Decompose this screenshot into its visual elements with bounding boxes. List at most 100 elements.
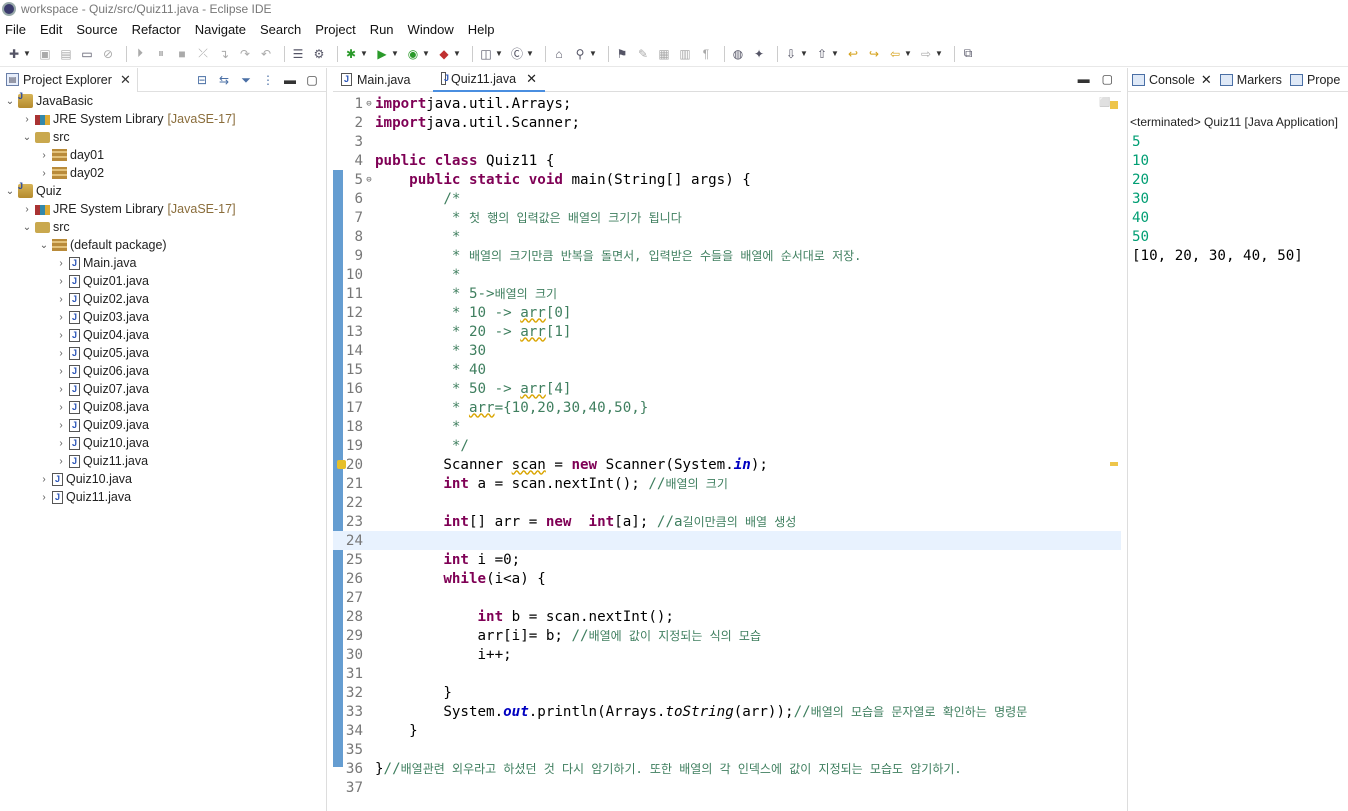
code-line[interactable]: 36}//배열관련 외우라고 하셨던 것 다시 암기하기. 또한 배열의 각 인… — [333, 759, 1121, 778]
tree-item[interactable]: ⌄ JavaBasic — [0, 91, 326, 110]
chevron-right-icon[interactable]: › — [38, 168, 50, 179]
chevron-right-icon[interactable]: › — [38, 492, 50, 503]
close-icon[interactable]: ✕ — [1201, 72, 1212, 88]
code-line[interactable]: 27 — [333, 588, 1121, 607]
chevron-down-icon[interactable]: ▼ — [391, 46, 399, 62]
back-arrow-icon[interactable]: ⇦ — [887, 46, 903, 62]
code-line[interactable]: 4 public class Quiz11 { — [333, 151, 1121, 170]
chevron-right-icon[interactable]: › — [55, 348, 67, 359]
filter-icon[interactable]: ⏷ — [238, 72, 254, 88]
code-line[interactable]: 7 * 첫 행의 입력값은 배열의 크기가 됩니다 — [333, 208, 1121, 227]
code-line[interactable]: 3 — [333, 132, 1121, 151]
chevron-down-icon[interactable]: ▼ — [422, 46, 430, 62]
refactor-icon[interactable]: ⚙ — [311, 46, 327, 62]
tree-item[interactable]: › day02 — [0, 164, 326, 182]
fold-toggle-icon[interactable]: ⊖ — [363, 99, 375, 109]
tree-item[interactable]: › JRE System Library [JavaSE-17] — [0, 200, 326, 218]
code-line[interactable]: 21 int a = scan.nextInt(); //배열의 크기 — [333, 474, 1121, 493]
tab-markers[interactable]: Markers — [1216, 68, 1286, 92]
block-selection-icon[interactable]: ▦ — [656, 46, 672, 62]
run-icon[interactable]: ▶ — [374, 46, 390, 62]
code-line[interactable]: 28 int b = scan.nextInt(); — [333, 607, 1121, 626]
collapse-all-icon[interactable]: ⊟ — [194, 72, 210, 88]
chevron-right-icon[interactable]: › — [55, 456, 67, 467]
tab-main-java[interactable]: Main.java — [333, 68, 433, 92]
tree-item[interactable]: › Quiz01.java — [0, 272, 326, 290]
code-line[interactable]: 6 /* — [333, 189, 1121, 208]
step-into-icon[interactable]: ↴ — [216, 46, 232, 62]
tree-item[interactable]: ⌄ src — [0, 218, 326, 236]
code-line[interactable]: 37 — [333, 778, 1121, 797]
code-line[interactable]: 17 * arr={10,20,30,40,50,} — [333, 398, 1121, 417]
chevron-down-icon[interactable]: ▼ — [360, 46, 368, 62]
chevron-down-icon[interactable]: ⌄ — [4, 186, 16, 197]
minimize-icon[interactable]: ▬ — [1078, 72, 1090, 86]
chevron-down-icon[interactable]: ▼ — [800, 46, 808, 62]
save-all-icon[interactable]: ▤ — [58, 46, 74, 62]
tree-item[interactable]: › Quiz11.java — [0, 488, 326, 506]
menu-project[interactable]: Project — [315, 22, 355, 37]
close-icon[interactable]: ✕ — [526, 71, 537, 87]
tree-item[interactable]: › Quiz07.java — [0, 380, 326, 398]
disconnect-icon[interactable]: ⤫ — [195, 46, 211, 62]
code-line[interactable]: 14 * 30 — [333, 341, 1121, 360]
next-annotation-icon[interactable]: ⇩ — [783, 46, 799, 62]
tree-item[interactable]: › JRE System Library [JavaSE-17] — [0, 110, 326, 128]
chevron-down-icon[interactable]: ▼ — [589, 46, 597, 62]
tree-item[interactable]: ⌄ Quiz — [0, 181, 326, 200]
tab-console[interactable]: Console ✕ — [1128, 68, 1216, 92]
code-line[interactable]: 33 System.out.println(Arrays.toString(ar… — [333, 702, 1121, 721]
chevron-right-icon[interactable]: › — [55, 294, 67, 305]
terminal-icon[interactable]: ▭ — [79, 46, 95, 62]
tree-item[interactable]: › Quiz10.java — [0, 470, 326, 488]
coverage-icon[interactable]: ☰ — [290, 46, 306, 62]
code-line[interactable]: 13 * 20 -> arr[1] — [333, 322, 1121, 341]
skip-breakpoints-icon[interactable]: ⊘ — [100, 46, 116, 62]
tab-quiz11-java[interactable]: Quiz11.java ✕ — [433, 67, 545, 92]
tree-item[interactable]: › Quiz10.java — [0, 434, 326, 452]
code-line[interactable]: 2 importjava.util.Scanner; — [333, 113, 1121, 132]
last-edit-location-icon[interactable]: ↩ — [845, 46, 861, 62]
code-line[interactable]: 5 ⊖ public static void main(String[] args… — [333, 170, 1121, 189]
code-line[interactable]: 24 — [333, 531, 1121, 550]
chevron-down-icon[interactable]: ⌄ — [21, 132, 33, 143]
code-line[interactable]: 19 */ — [333, 436, 1121, 455]
code-line[interactable]: 1 ⊖ importjava.util.Arrays; — [333, 94, 1121, 113]
debug-icon[interactable]: ✱ — [343, 46, 359, 62]
menu-edit[interactable]: Edit — [40, 22, 62, 37]
chevron-right-icon[interactable]: › — [55, 258, 67, 269]
new-class-icon[interactable]: Ⓒ — [509, 46, 525, 62]
new-icon[interactable]: ✚ — [6, 46, 22, 62]
tree-item[interactable]: › Quiz03.java — [0, 308, 326, 326]
console-output[interactable]: 5 10 20 30 40 50 [10, 20, 30, 40, 50] — [1132, 133, 1303, 266]
code-editor[interactable]: ⬜ 1 ⊖ importjava.util.Arrays; 2 importjava.u… — [333, 94, 1121, 811]
chevron-down-icon[interactable]: ▼ — [904, 46, 912, 62]
chevron-down-icon[interactable]: ▼ — [935, 46, 943, 62]
code-line[interactable]: 11 * 5->배열의 크기 — [333, 284, 1121, 303]
tree-item[interactable]: › Quiz04.java — [0, 326, 326, 344]
menu-window[interactable]: Window — [408, 22, 454, 37]
tree-item[interactable]: › day01 — [0, 146, 326, 164]
chevron-right-icon[interactable]: › — [21, 114, 33, 125]
minimize-icon[interactable]: ▬ — [282, 72, 298, 88]
code-line[interactable]: 31 — [333, 664, 1121, 683]
chevron-down-icon[interactable]: ▼ — [526, 46, 534, 62]
chevron-right-icon[interactable]: › — [55, 366, 67, 377]
link-with-editor-icon[interactable]: ⇆ — [216, 72, 232, 88]
terminate-icon[interactable]: ■ — [174, 46, 190, 62]
forward-arrow-icon[interactable]: ⇨ — [918, 46, 934, 62]
code-line[interactable]: 34 } — [333, 721, 1121, 740]
forward-edit-icon[interactable]: ↪ — [866, 46, 882, 62]
tree-item[interactable]: › Quiz11.java — [0, 452, 326, 470]
suspend-icon[interactable]: ⏸ — [153, 46, 169, 62]
code-line[interactable]: 9 * 배열의 크기만큼 반복을 돌면서, 입력받은 수들을 배열에 순서대로 … — [333, 246, 1121, 265]
maximize-icon[interactable]: ▢ — [1102, 72, 1113, 86]
chevron-down-icon[interactable]: ▼ — [23, 46, 31, 62]
chevron-right-icon[interactable]: › — [55, 402, 67, 413]
code-line[interactable]: 18 * — [333, 417, 1121, 436]
chevron-down-icon[interactable]: ⌄ — [4, 96, 16, 107]
tree-item[interactable]: › Quiz06.java — [0, 362, 326, 380]
code-line[interactable]: 25 int i =0; — [333, 550, 1121, 569]
code-line[interactable]: 8 * — [333, 227, 1121, 246]
word-wrap-icon[interactable]: ▥ — [677, 46, 693, 62]
